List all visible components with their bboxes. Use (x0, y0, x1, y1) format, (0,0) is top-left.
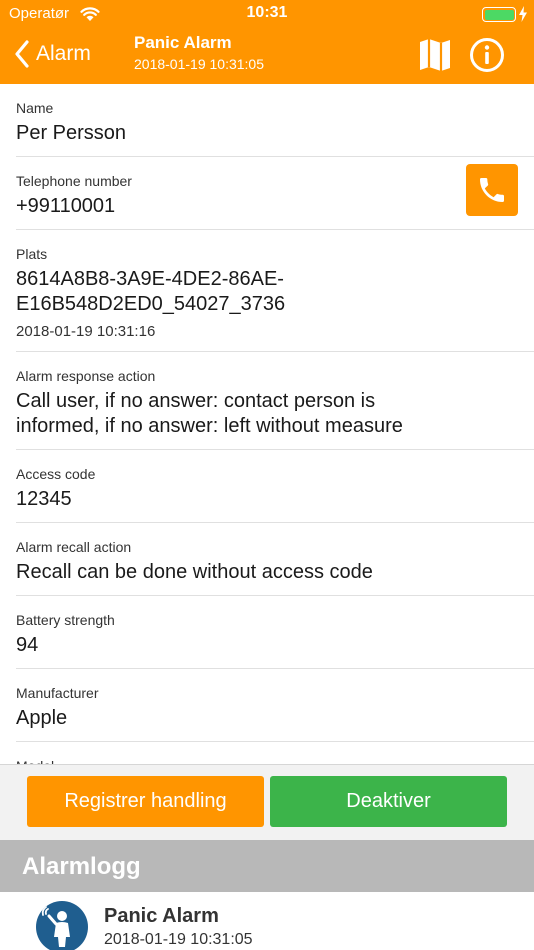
charging-icon (519, 6, 527, 22)
response-action-line: informed, if no answer: left without mea… (16, 415, 403, 437)
register-action-button[interactable]: Registrer handling (27, 776, 264, 827)
location-timestamp: 2018-01-19 10:31:16 (16, 323, 156, 340)
response-action-line: Call user, if no answer: contact person … (16, 390, 376, 412)
detail-value: +99110001 (16, 195, 116, 217)
alarm-log-header: Alarmlogg (0, 840, 534, 892)
back-label: Alarm (36, 42, 91, 65)
battery-icon (482, 7, 516, 22)
location-id-line: 8614A8B8-3A9E-4DE2-86AE- (16, 268, 284, 290)
detail-label: Alarm response action (16, 368, 156, 384)
detail-battery: Battery strength 94 (16, 596, 534, 669)
battery-fill (484, 9, 514, 20)
detail-value: Apple (16, 707, 68, 729)
page-title: Panic Alarm (134, 33, 232, 52)
chevron-left-icon (15, 40, 29, 68)
log-item-title: Panic Alarm (104, 905, 219, 927)
detail-value: Per Persson (16, 122, 127, 144)
navigation-bar: Alarm Panic Alarm 2018-01-19 10:31:05 (0, 28, 534, 84)
detail-label: Alarm recall action (16, 539, 132, 555)
deactivate-button[interactable]: Deaktiver (270, 776, 507, 827)
phone-icon (480, 178, 504, 202)
avatar (36, 901, 88, 950)
back-button[interactable]: Alarm (14, 36, 91, 72)
call-button[interactable] (466, 164, 518, 216)
log-item-time: 2018-01-19 10:31:05 (104, 931, 253, 948)
detail-label: Battery strength (16, 612, 115, 628)
page-subtitle: 2018-01-19 10:31:05 (134, 56, 264, 72)
log-list-item[interactable]: Panic Alarm 2018-01-19 10:31:05 (0, 892, 534, 950)
panic-person-icon (41, 906, 70, 947)
detail-location: Plats 8614A8B8-3A9E-4DE2-86AE- E16B548D2… (16, 230, 534, 352)
detail-label: Telephone number (16, 173, 132, 189)
detail-recall-action: Alarm recall action Recall can be done w… (16, 523, 534, 596)
clock: 10:31 (246, 4, 288, 21)
alarm-details: Name Per Persson Telephone number +99110… (0, 84, 534, 815)
detail-access-code: Access code 12345 (16, 450, 534, 523)
detail-value: 12345 (16, 488, 72, 510)
detail-value: 94 (16, 634, 39, 656)
detail-response-action: Alarm response action Call user, if no a… (16, 352, 534, 450)
detail-value: Recall can be done without access code (16, 561, 373, 583)
location-id: 8614A8B8-3A9E-4DE2-86AE- E16B548D2ED0_54… (16, 267, 534, 317)
detail-name: Name Per Persson (16, 84, 534, 157)
map-icon[interactable] (418, 37, 452, 73)
detail-label: Name (16, 100, 54, 116)
location-id-line: E16B548D2ED0_54027_3736 (16, 293, 286, 315)
info-icon[interactable] (469, 37, 505, 73)
status-bar: Operatør 10:31 (0, 0, 534, 28)
detail-label: Access code (16, 466, 96, 482)
detail-telephone: Telephone number +99110001 (16, 157, 534, 230)
detail-label: Plats (16, 246, 48, 262)
detail-label: Manufacturer (16, 685, 99, 701)
detail-manufacturer: Manufacturer Apple (16, 669, 534, 742)
action-bar: Registrer handling Deaktiver (0, 764, 534, 840)
detail-value: Call user, if no answer: contact person … (16, 389, 534, 439)
